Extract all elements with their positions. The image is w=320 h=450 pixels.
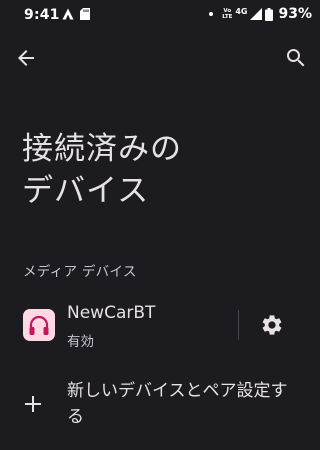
device-settings-button[interactable] xyxy=(260,313,284,337)
device-name: NewCarBT xyxy=(67,303,156,323)
plus-icon xyxy=(25,396,41,412)
toolbar xyxy=(0,40,320,76)
headphones-icon xyxy=(29,315,49,335)
notification-dot xyxy=(209,12,214,16)
gear-icon xyxy=(262,315,282,335)
arrow-back-icon xyxy=(18,50,34,66)
status-bar: 9:41 Vo LTE 4G 93% xyxy=(0,0,320,32)
signal-icon xyxy=(250,8,263,20)
page-title-line-2: デバイス xyxy=(22,173,150,209)
device-row-newcarbt[interactable]: NewCarBT 有効 xyxy=(0,298,320,356)
pair-new-device-row[interactable]: 新しいデバイスとペア設定する xyxy=(0,372,320,436)
status-left-icons xyxy=(62,8,90,20)
battery-percent: 93% xyxy=(278,6,312,22)
device-status: 有効 xyxy=(67,334,94,350)
device-icon-tile xyxy=(23,309,55,341)
page-title: 接続済みの デバイス xyxy=(22,128,302,212)
network-type-label: 4G xyxy=(235,6,248,16)
search-icon xyxy=(287,49,305,67)
pair-new-device-label: 新しいデバイスとペア設定する xyxy=(67,381,288,427)
app-notification-icon xyxy=(62,8,74,20)
sd-card-icon xyxy=(80,8,90,20)
battery-icon xyxy=(265,7,274,21)
row-divider xyxy=(238,310,239,340)
search-button[interactable] xyxy=(284,46,308,70)
volte-indicator: Vo LTE xyxy=(222,8,232,20)
status-right-icons: Vo LTE 4G 93% xyxy=(209,6,312,22)
back-button[interactable] xyxy=(14,46,38,70)
media-devices-header: メディア デバイス xyxy=(23,264,137,280)
volte-bottom-label: LTE xyxy=(222,14,233,20)
page-title-line-1: 接続済みの xyxy=(22,131,182,167)
status-time: 9:41 xyxy=(24,7,60,23)
